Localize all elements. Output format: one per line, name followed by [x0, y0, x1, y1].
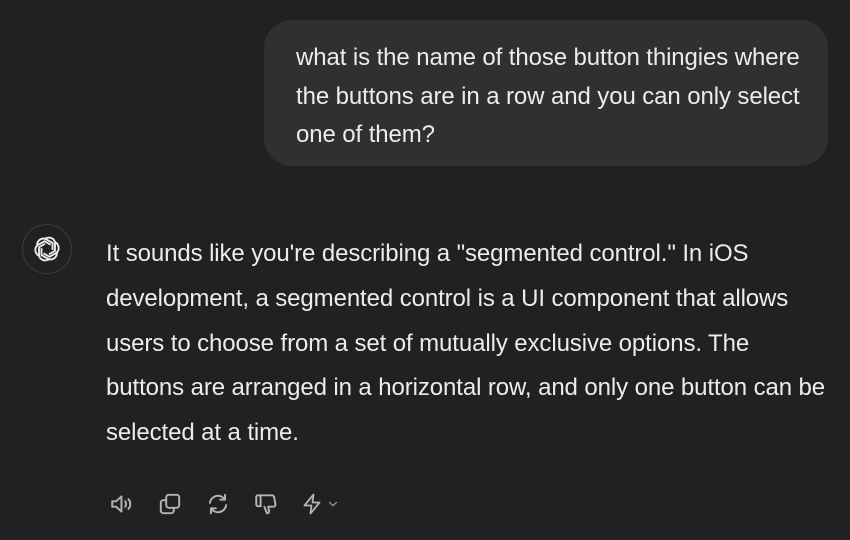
read-aloud-button[interactable]	[104, 486, 140, 522]
switch-model-button[interactable]	[296, 486, 348, 522]
copy-icon	[159, 493, 181, 515]
assistant-message-text: It sounds like you're describing a "segm…	[106, 240, 826, 447]
user-message-text: what is the name of those button thingie…	[296, 44, 800, 148]
chevron-down-icon	[328, 501, 338, 507]
thumbs-down-icon	[255, 494, 277, 515]
bad-response-button[interactable]	[248, 486, 284, 522]
copy-button[interactable]	[152, 486, 188, 522]
regenerate-icon	[208, 493, 228, 515]
speaker-icon	[111, 495, 132, 513]
chat-view: what is the name of those button thingie…	[0, 0, 850, 540]
lightning-icon	[303, 493, 321, 515]
user-message-bubble: what is the name of those button thingie…	[264, 20, 828, 166]
message-action-bar	[104, 486, 348, 522]
openai-logo-icon	[34, 236, 60, 262]
assistant-avatar	[22, 224, 72, 274]
regenerate-button[interactable]	[200, 486, 236, 522]
